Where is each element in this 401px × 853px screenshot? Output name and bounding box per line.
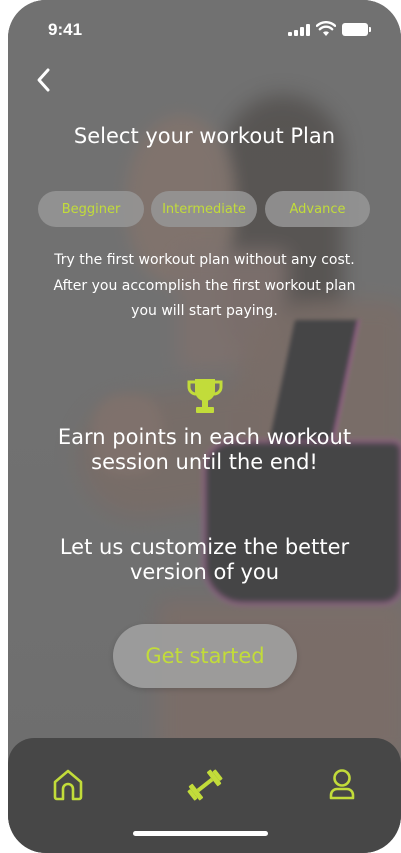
- plan-description: Try the first workout plan without any c…: [8, 248, 401, 325]
- status-bar: 9:41: [8, 0, 401, 56]
- description-line: you will start paying.: [131, 303, 278, 319]
- back-button[interactable]: [32, 64, 58, 96]
- phone-screen: 9:41 Select your workout Plan Begginer I…: [8, 0, 401, 853]
- tab-beginner[interactable]: Begginer: [38, 191, 144, 227]
- signal-icon: [288, 24, 310, 36]
- page-title: Select your workout Plan: [73, 124, 336, 148]
- profile-icon[interactable]: [327, 768, 357, 802]
- reward-line: session until the end!: [91, 450, 318, 474]
- get-started-button[interactable]: Get started: [113, 624, 297, 688]
- battery-icon: [342, 23, 371, 36]
- trophy-icon: [187, 379, 223, 413]
- description-line: After you accomplish the first workout p…: [53, 277, 356, 294]
- reward-text: Earn points in each workout session unti…: [8, 425, 401, 475]
- dumbbell-icon[interactable]: [186, 768, 224, 802]
- status-time: 9:41: [48, 20, 83, 39]
- tab-advance[interactable]: Advance: [265, 191, 370, 227]
- plan-tabs: Begginer Intermediate Advance: [38, 191, 370, 227]
- home-indicator[interactable]: [133, 831, 268, 836]
- home-icon[interactable]: [52, 768, 84, 802]
- customize-line: version of you: [129, 560, 280, 584]
- customize-text: Let us customize the better version of y…: [8, 535, 401, 585]
- description-line: Try the first workout plan without any c…: [54, 252, 355, 268]
- reward-line: Earn points in each workout: [57, 425, 352, 449]
- customize-line: Let us customize the better: [59, 535, 350, 559]
- tab-intermediate[interactable]: Intermediate: [151, 191, 257, 227]
- wifi-icon: [316, 21, 336, 36]
